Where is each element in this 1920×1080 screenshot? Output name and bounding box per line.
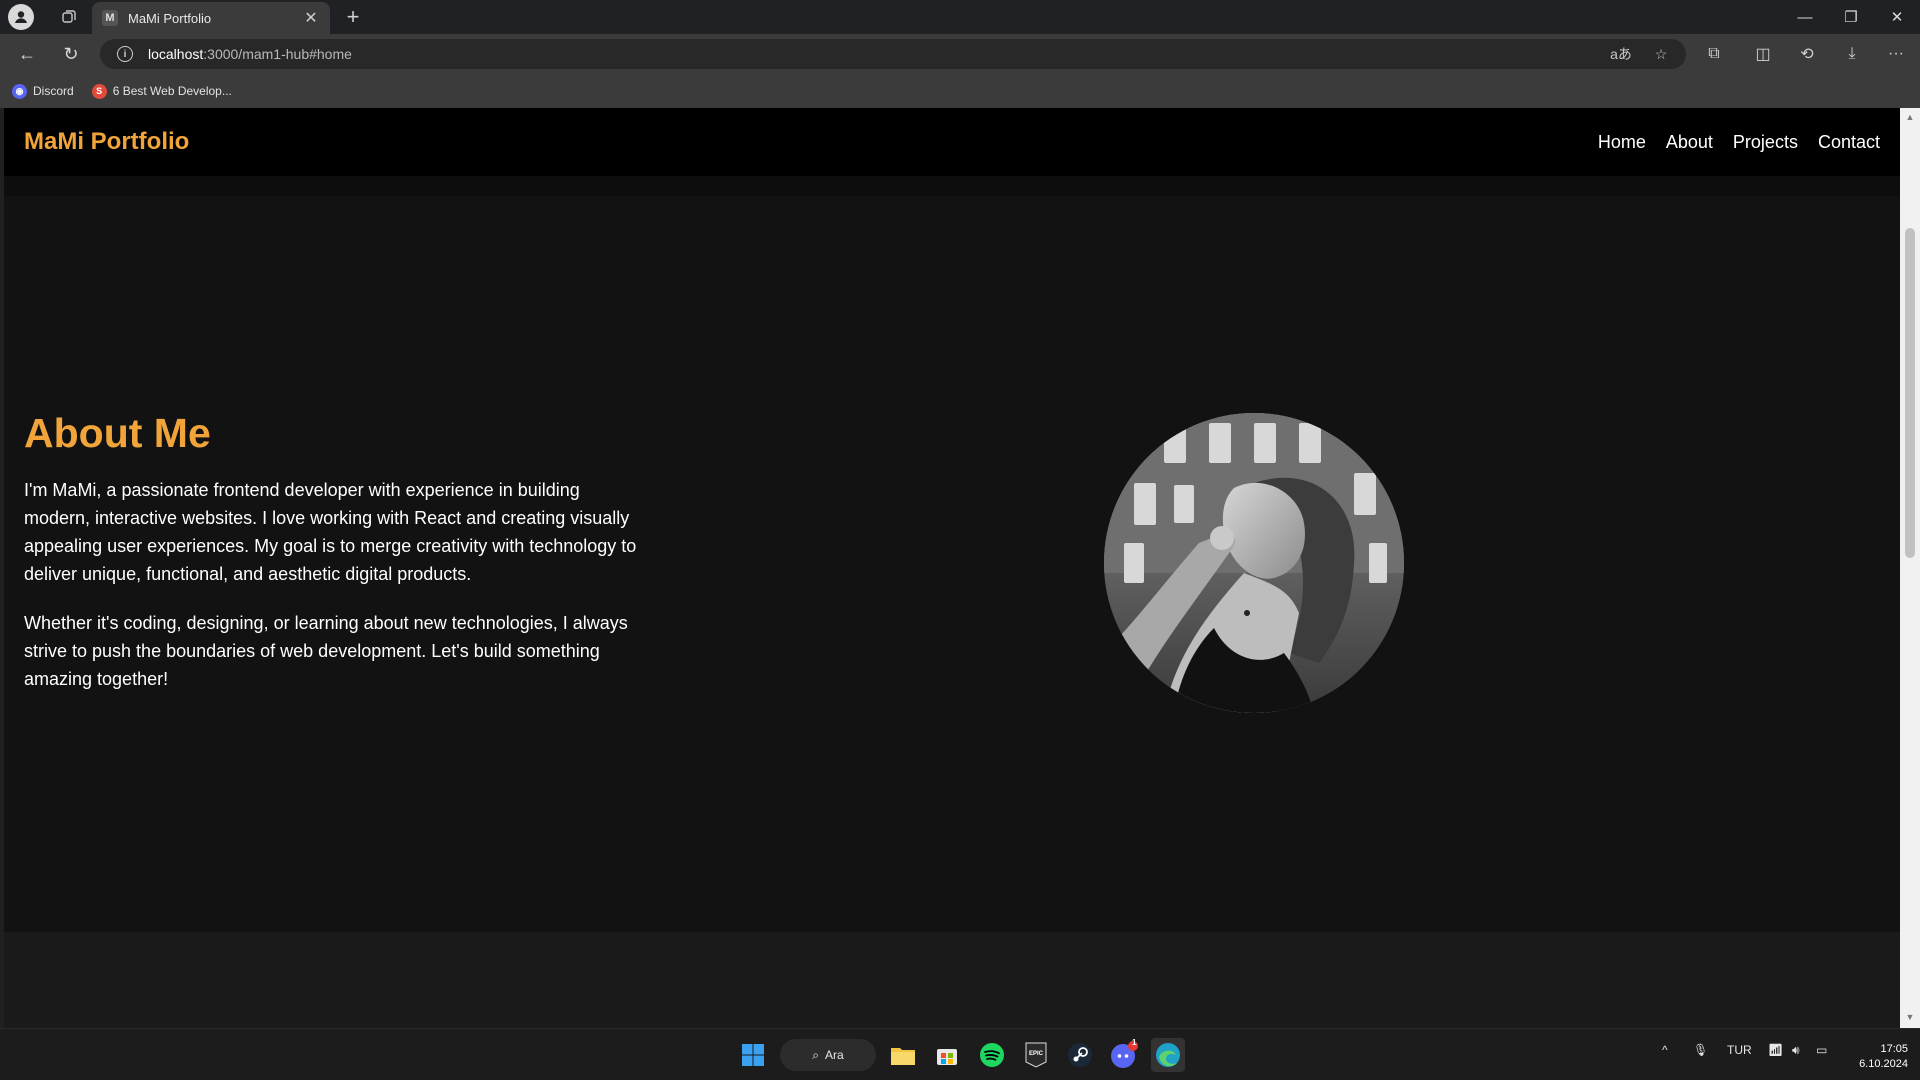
clock-date: 6.10.2024 [1859, 1058, 1908, 1070]
discord-icon: ◉ [12, 83, 27, 99]
extensions-icon[interactable]: ⧉ [1700, 41, 1728, 67]
scroll-up-icon[interactable]: ▲ [1904, 112, 1916, 124]
read-aloud-icon[interactable]: aあ [1608, 43, 1634, 65]
steam-icon[interactable] [1063, 1038, 1097, 1072]
brand-logo[interactable]: MaMi Portfolio [24, 128, 189, 156]
reload-icon[interactable]: ↻ [57, 41, 85, 67]
downloads-icon[interactable]: ⤓ [1838, 41, 1866, 67]
nav-about-link[interactable]: About [1666, 132, 1713, 153]
nav-contact-link[interactable]: Contact [1818, 132, 1880, 153]
bookmarks-bar: ◉ Discord S 6 Best Web Develop... [0, 74, 1920, 108]
page-viewport: MaMi Portfolio Home About Projects Conta… [4, 108, 1900, 1028]
address-bar[interactable]: i localhost:3000/mam1-hub#home aあ ☆ [100, 39, 1686, 69]
scroll-down-icon[interactable]: ▼ [1904, 1012, 1916, 1024]
profile-photo [1104, 413, 1404, 713]
favorite-star-icon[interactable]: ☆ [1648, 43, 1674, 65]
more-menu-icon[interactable]: ··· [1882, 41, 1910, 67]
search-label: Ara [825, 1048, 844, 1062]
address-bar-row: ← ↻ i localhost:3000/mam1-hub#home aあ ☆ … [0, 34, 1920, 74]
back-icon[interactable]: ← [13, 41, 41, 67]
epic-games-icon[interactable]: EPIC [1019, 1038, 1053, 1072]
bookmark-site-icon: S [91, 83, 107, 99]
about-paragraph-1: I'm MaMi, a passionate frontend develope… [24, 480, 637, 584]
window-close-icon[interactable]: ✕ [1874, 0, 1920, 34]
site-navbar: MaMi Portfolio Home About Projects Conta… [4, 108, 1900, 176]
tab-close-icon[interactable]: ✕ [302, 8, 320, 28]
nav-projects-link[interactable]: Projects [1733, 132, 1798, 153]
taskbar-search[interactable]: ⌕ Ara [780, 1039, 876, 1071]
battery-icon[interactable]: ▭ [1816, 1043, 1827, 1057]
clock-time: 17:05 [1880, 1043, 1908, 1055]
bookmark-web-develop[interactable]: S 6 Best Web Develop... [91, 83, 232, 99]
start-windows-icon[interactable] [736, 1038, 770, 1072]
profile-icon[interactable] [8, 4, 34, 30]
tray-overflow-icon[interactable]: ^ [1662, 1043, 1668, 1057]
minimize-icon[interactable]: — [1782, 0, 1828, 34]
volume-icon[interactable]: 🔊︎ [1792, 1043, 1800, 1058]
about-section: About Me I'm MaMi, a passionate frontend… [24, 410, 644, 714]
wifi-icon[interactable]: 📶︎ [1768, 1043, 1783, 1057]
tab-title: MaMi Portfolio [128, 10, 212, 26]
restore-icon[interactable]: ❐ [1828, 0, 1874, 34]
about-paragraph-2: Whether it's coding, designing, or learn… [24, 613, 628, 689]
about-title: About Me [24, 410, 211, 456]
microphone-icon[interactable]: 🎙︎ [1693, 1043, 1708, 1057]
bookmark-discord[interactable]: ◉ Discord [12, 83, 74, 99]
search-icon: ⌕ [812, 1047, 820, 1062]
nav-links: Home About Projects Contact [1598, 132, 1880, 153]
workspaces-icon[interactable] [56, 4, 82, 30]
new-tab-button[interactable]: + [340, 4, 366, 30]
nav-home-link[interactable]: Home [1598, 132, 1646, 153]
discord-notification-badge: 1 [1132, 1038, 1137, 1047]
language-indicator[interactable]: TUR [1727, 1043, 1752, 1057]
tab-favicon-icon: M [102, 10, 118, 26]
active-tab[interactable]: M MaMi Portfolio ✕ [92, 2, 330, 34]
footer-section [4, 932, 1900, 1028]
hero-band [4, 176, 1900, 196]
split-screen-icon[interactable]: ◫ [1749, 41, 1777, 67]
edge-browser-icon[interactable] [1151, 1038, 1185, 1072]
history-icon[interactable]: ⟲ [1793, 41, 1821, 67]
microsoft-store-icon[interactable] [930, 1038, 964, 1072]
spotify-icon[interactable] [975, 1038, 1009, 1072]
system-clock[interactable]: 17:05 6.10.2024 [1840, 1042, 1908, 1072]
scroll-thumb[interactable] [1905, 228, 1915, 558]
discord-taskbar-icon[interactable]: 1 [1107, 1038, 1141, 1072]
site-info-icon[interactable]: i [117, 46, 133, 62]
url-text[interactable]: localhost:3000/mam1-hub#home [148, 46, 352, 62]
svg-text:EPIC: EPIC [1029, 1051, 1044, 1057]
page-scrollbar[interactable]: ▲ ▼ [1900, 108, 1920, 1028]
windows-taskbar: ⌕ Ara EPIC 1 ^ 🎙︎ TUR 📶︎ 🔊︎ ▭ 17:05 6.10… [0, 1028, 1920, 1080]
file-explorer-icon[interactable] [886, 1038, 920, 1072]
